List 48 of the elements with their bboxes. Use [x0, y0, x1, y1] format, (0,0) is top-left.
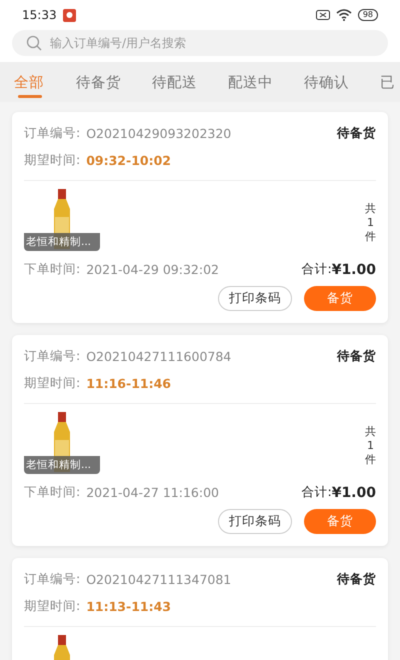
order-number-label: 订单编号:	[24, 125, 80, 142]
total-amount: ¥1.00	[332, 262, 376, 278]
order-number-label: 订单编号:	[24, 348, 80, 365]
order-time-label: 下单时间:	[24, 484, 80, 501]
product-name: 老恒和精制...	[24, 456, 100, 474]
order-number: O20210427111347081	[86, 572, 232, 587]
stock-button[interactable]: 备货	[304, 286, 376, 311]
battery-level: 98	[358, 9, 378, 21]
tab[interactable]: 待备货	[76, 62, 152, 102]
order-status: 待备货	[337, 125, 376, 142]
wifi-icon	[336, 9, 352, 21]
order-status: 待备货	[337, 571, 376, 588]
stock-button[interactable]: 备货	[304, 509, 376, 534]
order-time-label: 下单时间:	[24, 261, 80, 278]
tab[interactable]: 配送中	[228, 62, 304, 102]
search-icon	[26, 35, 42, 51]
order-number-label: 订单编号:	[24, 571, 80, 588]
expected-time-label: 期望时间:	[24, 152, 80, 169]
total-amount: ¥1.00	[332, 484, 376, 500]
quantity-text: 1	[367, 216, 374, 229]
expected-time: 11:16-11:46	[86, 376, 171, 391]
quantity-text: 1	[367, 439, 374, 452]
total-label: 合计:	[301, 261, 332, 278]
quantity-text: 共	[365, 424, 376, 439]
clock-time: 15:33	[22, 8, 57, 22]
expected-time: 09:32-10:02	[86, 153, 171, 168]
expected-time-label: 期望时间:	[24, 375, 80, 392]
tab[interactable]: 全部	[14, 62, 76, 102]
order-number: O20210429093202320	[86, 126, 232, 141]
order-time: 2021-04-27 11:16:00	[86, 485, 219, 500]
search-field[interactable]: 输入订单编号/用户名搜索	[12, 30, 388, 56]
expected-time-label: 期望时间:	[24, 598, 80, 615]
order-time: 2021-04-29 09:32:02	[86, 262, 219, 277]
print-barcode-button[interactable]: 打印条码	[218, 286, 292, 311]
tab[interactable]: 待确认	[304, 62, 380, 102]
order-number: O20210427111600784	[86, 349, 232, 364]
quantity-text: 件	[365, 229, 376, 244]
quantity-text: 件	[365, 452, 376, 467]
sim-icon	[316, 10, 330, 20]
app-icon	[62, 8, 76, 22]
product-name: 老恒和精制...	[24, 233, 100, 251]
order-status: 待备货	[337, 348, 376, 365]
print-barcode-button[interactable]: 打印条码	[218, 509, 292, 534]
tab[interactable]: 已	[380, 62, 400, 102]
total-label: 合计:	[301, 484, 332, 501]
expected-time: 11:13-11:43	[86, 599, 171, 614]
quantity-text: 共	[365, 201, 376, 216]
tab[interactable]: 待配送	[152, 62, 228, 102]
